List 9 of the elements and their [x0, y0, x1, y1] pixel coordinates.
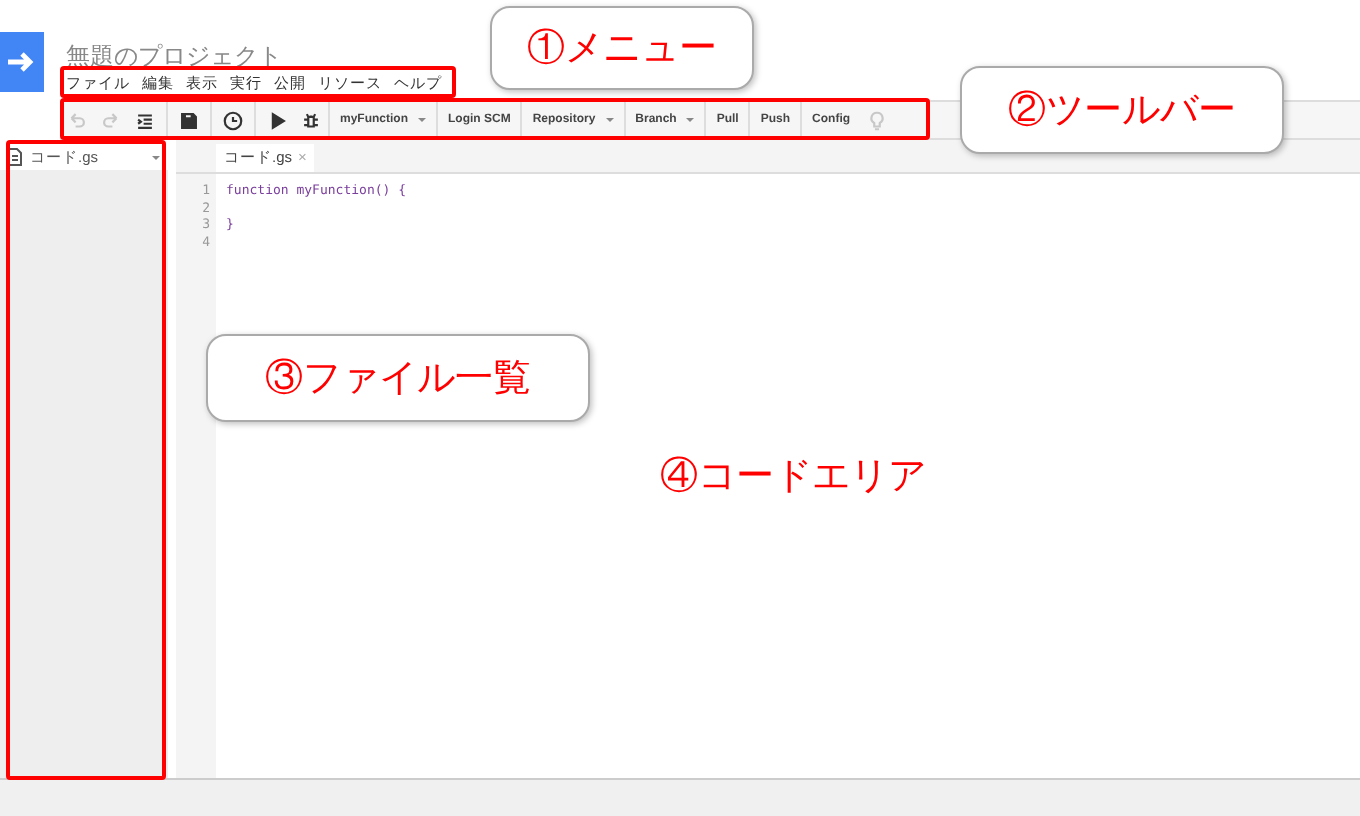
document-icon	[8, 148, 22, 166]
caret-icon	[418, 118, 426, 122]
callout-label: ②ツールバー	[1008, 88, 1236, 136]
caret-icon	[152, 155, 160, 159]
area-label: ④コードエリア	[660, 454, 926, 502]
caret-icon	[686, 118, 695, 122]
caret-icon	[605, 118, 614, 122]
callout-label: ①メニュー	[527, 26, 717, 74]
callout-label: ③ファイル一覧	[265, 356, 531, 404]
